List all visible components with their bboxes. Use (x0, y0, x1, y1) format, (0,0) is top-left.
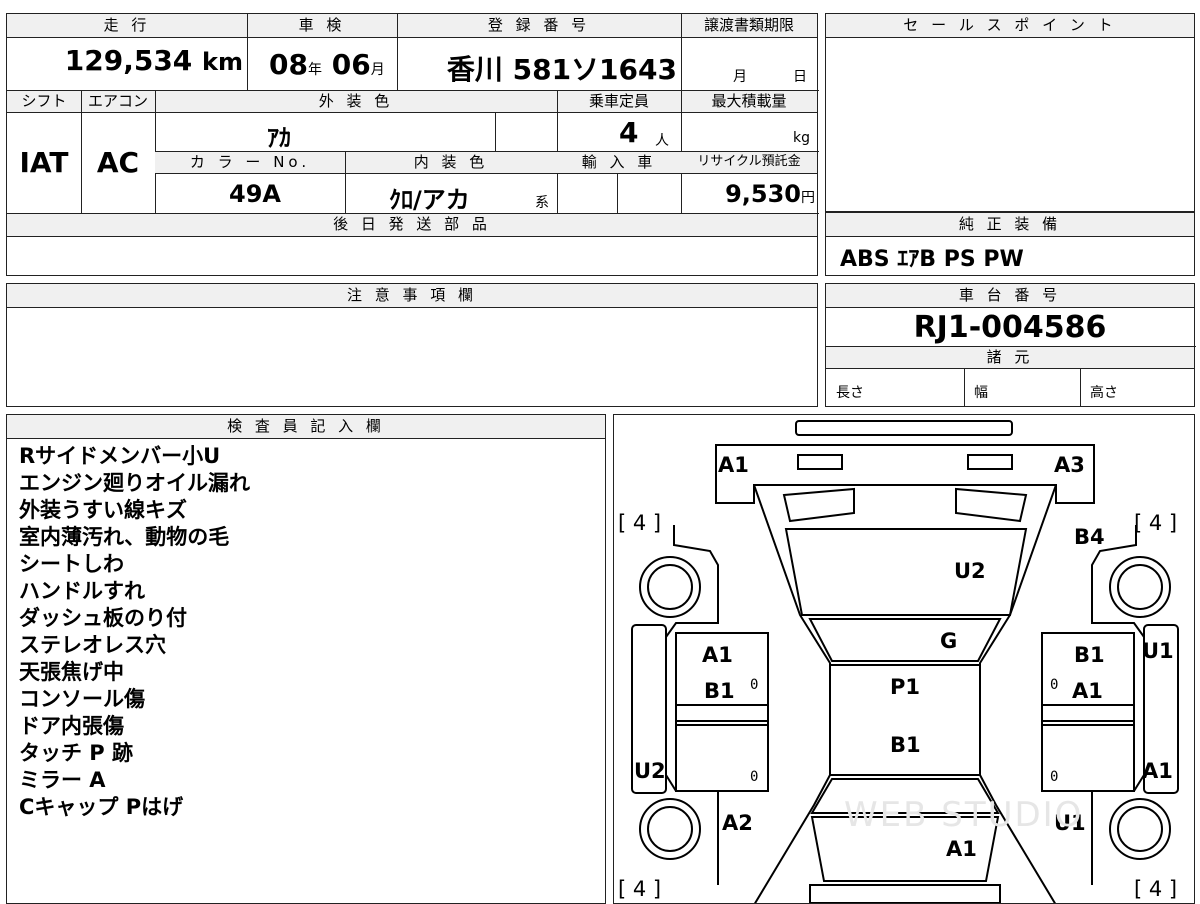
watermark: WEB STUDIO (844, 795, 1084, 835)
shift-header: シフト (7, 91, 81, 113)
genuine-equipment-value: ABS ｴｱB PS PW (840, 247, 1024, 272)
inspection-header: 車 検 (247, 14, 397, 38)
car-diagram-box: [ 4 ] [ 4 ] [ 4 ] [ 4 ] A1 A3 U2 B4 G A1… (613, 414, 1195, 904)
recycle-unit: 円 (801, 190, 815, 206)
chassis-box: 車 台 番 号 RJ1-004586 諸 元 長さ 幅 高さ (825, 283, 1196, 407)
recycle-header: リサイクル預託金 (681, 152, 817, 174)
registration-header: 登 録 番 号 (397, 14, 681, 38)
registration-value: 香川 581ソ1643 (446, 53, 677, 86)
capacity-header: 乗車定員 (557, 91, 681, 113)
mark-front-right-door-a: B1 (1074, 643, 1105, 667)
mark-front-right: A3 (1054, 453, 1085, 477)
color-no-header: カ ラ ー No. (155, 152, 345, 174)
note-item: コンソール傷 (19, 687, 145, 711)
tire-br-label: [ 4 ] (1134, 877, 1178, 901)
chassis-header: 車 台 番 号 (826, 284, 1194, 308)
genuine-equipment-box: 純 正 装 備 ABS ｴｱB PS PW (825, 212, 1195, 276)
mark-front-left-door-a: A1 (702, 643, 733, 667)
recycle-value-cell: 9,530円 (683, 180, 815, 208)
tire-tr-label: [ 4 ] (1134, 511, 1178, 535)
later-parts-header: 後 日 発 送 部 品 (7, 214, 817, 237)
ac-header: エアコン (81, 91, 155, 113)
mark-front-left-door-b: B1 (704, 679, 735, 703)
caution-header: 注 意 事 項 欄 (7, 284, 817, 308)
tire-tl-label: [ 4 ] (618, 511, 662, 535)
mark-front-left: A1 (718, 453, 749, 477)
import-header: 輸 入 車 (557, 152, 681, 174)
vehicle-info-table: 走 行 車 検 登 録 番 号 譲渡書類期限 129,534 km 08年 06… (6, 13, 819, 276)
mark-right-step-front: U1 (1142, 639, 1174, 663)
mark-bonnet: U2 (954, 559, 986, 583)
specs-header: 諸 元 (826, 347, 1194, 369)
note-item: シートしわ (19, 552, 124, 576)
sale-points-header: セ ー ル ス ポ イ ン ト (826, 14, 1194, 38)
note-item: Cキャップ Pはげ (19, 795, 184, 819)
mileage-unit: km (202, 48, 243, 76)
note-item: 室内薄汚れ、動物の毛 (19, 525, 230, 549)
mark-right-step-rear: A1 (1142, 759, 1173, 783)
capacity-value: 4 (619, 116, 639, 149)
inspection-month: 06 (331, 48, 371, 81)
specs-length-label: 長さ (836, 385, 864, 401)
specs-width-label: 幅 (974, 385, 988, 401)
inspection-year-unit: 年 (307, 62, 322, 78)
mark-roof-front: P1 (890, 675, 921, 699)
note-item: 天張焦げ中 (19, 660, 124, 684)
exterior-color-value: ｱｶ (267, 124, 291, 152)
exterior-color-header: 外 装 色 (155, 91, 557, 113)
interior-color-value: ｸﾛ/アカ (389, 186, 470, 214)
mark-front-right-door-b: A1 (1072, 679, 1103, 703)
sale-points-box: セ ー ル ス ポ イ ン ト (825, 13, 1195, 212)
capacity-unit: 人 (655, 133, 669, 149)
mark-right-front-fender: B4 (1074, 525, 1105, 549)
zero-mark: 0 (1050, 769, 1059, 785)
tire-bl-label: [ 4 ] (618, 877, 662, 901)
zero-mark: 0 (750, 769, 759, 785)
caution-box: 注 意 事 項 欄 (6, 283, 818, 407)
interior-suffix: 系 (535, 195, 549, 211)
mileage-header: 走 行 (7, 14, 247, 38)
transfer-day-unit: 日 (793, 69, 807, 85)
transfer-docs-header: 譲渡書類期限 (681, 14, 817, 38)
note-item: ミラー A (19, 768, 106, 792)
note-item: ステレオレス穴 (19, 633, 166, 657)
inspector-notes-list: Rサイドメンバー小U エンジン廻りオイル漏れ 外装うすい線キズ 室内薄汚れ、動物… (19, 443, 250, 821)
inspection-month-unit: 月 (370, 62, 385, 78)
ac-value: AC (96, 146, 140, 179)
mark-windshield: G (940, 629, 958, 653)
recycle-value: 9,530 (725, 180, 801, 208)
mileage-value: 129,534 (64, 44, 193, 77)
note-item: ハンドルすれ (19, 579, 145, 603)
interior-color-header: 内 装 色 (345, 152, 557, 174)
note-item: ダッシュ板のり付 (19, 606, 187, 630)
zero-mark: 0 (1050, 677, 1059, 693)
mark-left-step-rear: U2 (634, 759, 666, 783)
note-item: ドア内張傷 (19, 714, 124, 738)
mark-roof-rear: B1 (890, 733, 921, 757)
chassis-value: RJ1-004586 (913, 310, 1107, 345)
mileage-value-cell: 129,534 km (7, 44, 243, 77)
note-item: Rサイドメンバー小U (19, 444, 221, 468)
inspector-notes-box: 検 査 員 記 入 欄 Rサイドメンバー小U エンジン廻りオイル漏れ 外装うすい… (6, 414, 606, 904)
max-load-header: 最大積載量 (681, 91, 817, 113)
specs-height-label: 高さ (1090, 385, 1118, 401)
zero-mark: 0 (750, 677, 759, 693)
color-no-value: 49A (229, 180, 281, 208)
mark-left-rear-fender: A2 (722, 811, 753, 835)
inspection-year: 08 (269, 48, 308, 81)
note-item: 外装うすい線キズ (19, 498, 187, 522)
genuine-equipment-header: 純 正 装 備 (826, 213, 1194, 237)
inspection-value-cell: 08年 06月 (269, 48, 399, 81)
mark-rear: A1 (946, 837, 977, 861)
note-item: エンジン廻りオイル漏れ (19, 471, 250, 495)
shift-value: IAT (19, 146, 69, 179)
max-load-unit: kg (793, 130, 810, 146)
note-item: タッチ P 跡 (19, 741, 134, 765)
inspector-notes-header: 検 査 員 記 入 欄 (7, 415, 605, 439)
transfer-month-unit: 月 (733, 69, 747, 85)
